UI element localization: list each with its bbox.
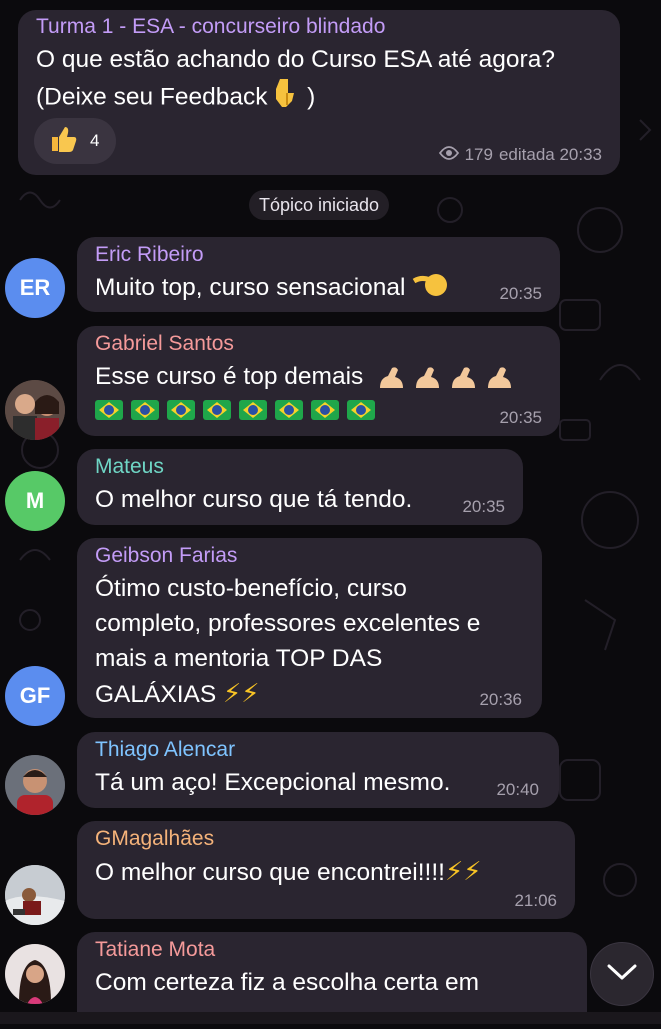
sender-name: Gabriel Santos [95,332,234,355]
views-count: 179 [464,145,493,164]
message-time: 20:36 [479,690,522,709]
brazil-flag-icon [131,400,159,420]
message-text: Muito top, curso sensacional [95,270,448,307]
message-text: Ótimo custo-benefício, curso completo, p… [95,575,481,708]
group-name: Turma 1 - ESA - concurseiro blindado [36,15,386,38]
avatar-geibson-farias[interactable]: GF [5,666,65,726]
message-text: O melhor curso que encontrei!!!!⚡⚡ [95,856,482,886]
message-time: 20:35 [462,497,505,516]
flexed-biceps-emoji-icon [370,363,514,390]
sender-name: Thiago Alencar [95,738,236,761]
pinned-message-line1: O que estão achando do Curso ESA até ago… [36,46,555,73]
message-time: 21:06 [514,891,557,910]
brazil-flags-row [95,400,383,420]
saluting-face-emoji-icon [412,271,448,307]
sender-name: Mateus [95,455,164,478]
pinned-message-line2: (Deixe seu Feedback ) [36,77,315,119]
brazil-flag-icon [167,400,195,420]
sender-name: Tatiane Mota [95,938,216,961]
message-bubble-tatiane[interactable]: Tatiane Mota Com certeza fiz a escolha c… [77,932,587,1024]
chevron-down-icon [606,962,638,987]
sender-name: Eric Ribeiro [95,243,204,266]
avatar-gabriel-santos[interactable] [5,380,65,440]
pinned-meta: 179 editada 20:33 [438,145,602,165]
brazil-flag-icon [203,400,231,420]
reaction-count: 4 [90,131,100,150]
message-bubble-mateus[interactable]: Mateus O melhor curso que tá tendo. 20:3… [77,449,523,525]
lightning-emoji-icon: ⚡ [463,856,482,886]
message-text: Tá um aço! Excepcional mesmo. [95,769,451,796]
message-time: 20:35 [499,284,542,303]
avatar-gmagalhaes[interactable] [5,865,65,925]
message-time: 20:40 [496,780,539,799]
pinned-message-bubble[interactable]: Turma 1 - ESA - concurseiro blindado O q… [18,10,620,175]
brazil-flag-icon [95,400,123,420]
avatar-mateus[interactable]: M [5,471,65,531]
sender-name: GMagalhães [95,827,215,850]
message-text: Esse curso é top demais [95,359,514,394]
brazil-flag-icon [239,400,267,420]
sender-name: Geibson Farias [95,544,238,567]
avatar-thiago-alencar[interactable] [5,755,65,815]
reaction-thumbs-up[interactable]: 4 [34,118,116,164]
message-bubble-gabriel[interactable]: Gabriel Santos Esse curso é top demais 2… [77,326,560,436]
message-bubble-eric[interactable]: Eric Ribeiro Muito top, curso sensaciona… [77,237,560,312]
scroll-to-bottom-button[interactable] [590,942,654,1006]
message-text: O melhor curso que tá tendo. [95,486,413,513]
lightning-emoji-icon: ⚡ [444,856,464,886]
pointing-down-emoji-icon [274,77,300,119]
avatar-tatiane-mota[interactable] [5,944,65,1004]
topic-started-pill: Tópico iniciado [249,190,390,220]
edited-time: editada 20:33 [498,145,602,164]
views-eye-icon [438,145,459,165]
bottom-bar [0,1012,661,1024]
thumbs-up-icon [48,124,78,159]
brazil-flag-icon [275,400,303,420]
message-bubble-thiago[interactable]: Thiago Alencar Tá um aço! Excepcional me… [77,732,559,808]
message-bubble-gmagalhaes[interactable]: GMagalhães O melhor curso que encontrei!… [77,821,575,919]
message-bubble-geibson[interactable]: Geibson Farias Ótimo custo-benefício, cu… [77,538,542,718]
message-time: 20:35 [499,408,542,427]
message-text: Com certeza fiz a escolha certa em [95,969,479,996]
avatar-eric-ribeiro[interactable]: ER [5,258,65,318]
lightning-emoji-icon: ⚡ [241,678,260,708]
brazil-flag-icon [311,400,339,420]
lightning-emoji-icon: ⚡ [223,678,242,708]
brazil-flag-icon [347,400,375,420]
